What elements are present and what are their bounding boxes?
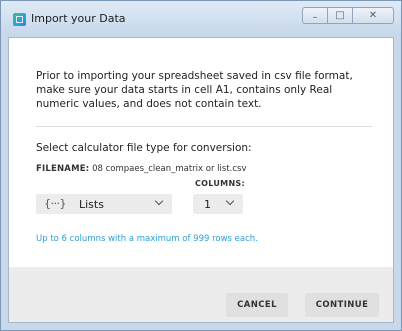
maximize-button[interactable]: □ [327, 7, 353, 24]
columns-hint: Up to 6 columns with a maximum of 999 ro… [36, 234, 258, 244]
columns-label: COLUMNS: [195, 179, 245, 188]
dialog-body: Prior to importing your spreadsheet save… [8, 37, 394, 323]
chevron-down-icon [154, 196, 164, 206]
close-button[interactable]: ✕ [352, 7, 394, 24]
columns-dropdown[interactable]: 1 [193, 194, 243, 214]
close-icon: ✕ [368, 10, 378, 21]
braces-icon: {···} [44, 197, 67, 210]
window-controls: – □ ✕ [302, 7, 394, 25]
filename-value: 08 compaes_clean_matrix or list.csv [92, 164, 247, 174]
select-heading: Select calculator file type for conversi… [36, 142, 252, 154]
cancel-button[interactable]: CANCEL [226, 293, 288, 317]
minimize-icon: – [312, 12, 318, 23]
maximize-icon: □ [335, 10, 345, 21]
minimize-button[interactable]: – [302, 7, 328, 24]
divider [36, 126, 372, 127]
dialog-footer: CANCEL CONTINUE [9, 267, 393, 322]
continue-button[interactable]: CONTINUE [305, 293, 379, 317]
chevron-down-icon [225, 196, 235, 206]
columns-value: 1 [204, 198, 211, 211]
filename-line: FILENAME: 08 compaes_clean_matrix or lis… [36, 164, 246, 174]
file-type-value: Lists [79, 198, 104, 211]
filename-label: FILENAME: [36, 164, 90, 174]
title-bar[interactable]: Import your Data – □ ✕ [1, 1, 401, 37]
file-type-dropdown[interactable]: {···} Lists [36, 194, 172, 214]
import-dialog-window: Import your Data – □ ✕ Prior to importin… [0, 0, 402, 331]
app-icon [13, 13, 26, 26]
intro-text: Prior to importing your spreadsheet save… [36, 70, 353, 110]
window-title: Import your Data [31, 12, 126, 25]
